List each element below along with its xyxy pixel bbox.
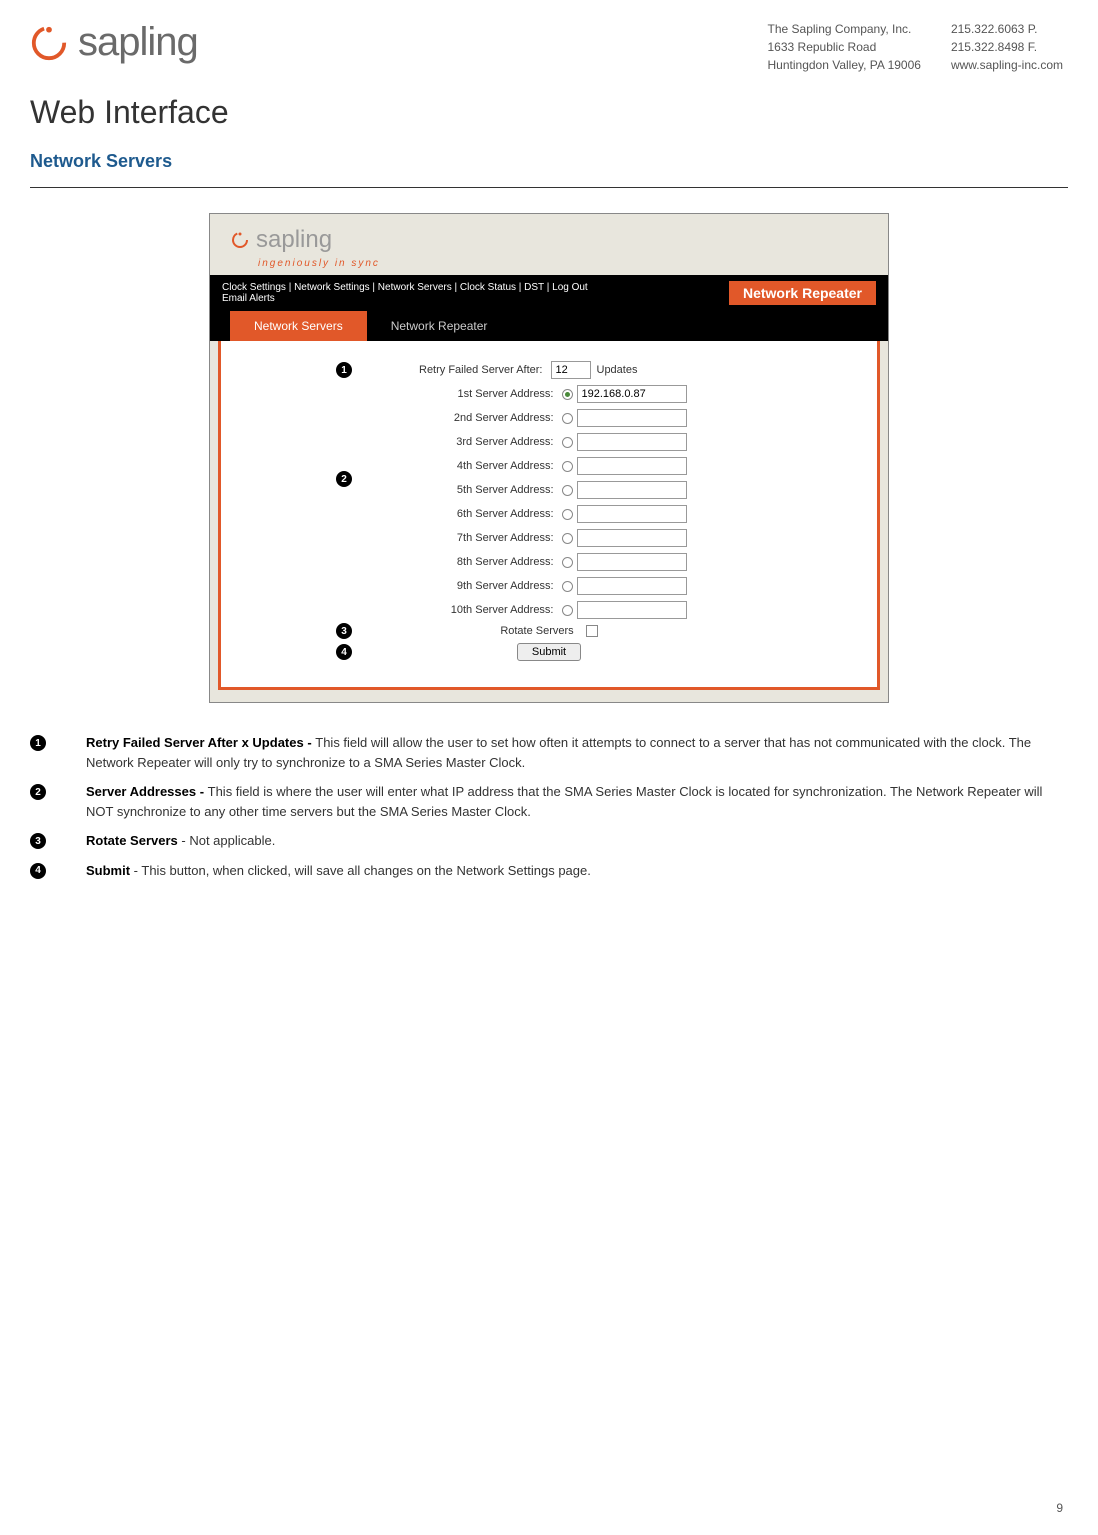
server-label-3: 3rd Server Address: <box>412 436 562 448</box>
server-label-9: 9th Server Address: <box>412 580 562 592</box>
callout-3: 3 <box>336 623 352 639</box>
page-number: 9 <box>1056 1501 1063 1515</box>
nav-page-title: Network Repeater <box>729 281 876 305</box>
server-input-5[interactable] <box>577 481 687 499</box>
server-radio-9[interactable] <box>562 581 573 592</box>
rotate-row: 3 Rotate Servers <box>261 625 837 637</box>
logo: sapling <box>30 20 198 65</box>
nav-sub[interactable]: Email Alerts <box>222 293 588 304</box>
desc-text-2: Server Addresses - This field is where t… <box>86 782 1068 821</box>
desc-row-3: 3 Rotate Servers - Not applicable. <box>30 831 1068 851</box>
server-radio-2[interactable] <box>562 413 573 424</box>
descriptions: 1 Retry Failed Server After x Updates - … <box>30 733 1068 880</box>
server-label-7: 7th Server Address: <box>412 532 562 544</box>
server-input-7[interactable] <box>577 529 687 547</box>
callout-1: 1 <box>336 362 352 378</box>
server-row-8: 8th Server Address: <box>261 553 837 571</box>
desc-text-1: Retry Failed Server After x Updates - Th… <box>86 733 1068 772</box>
desc-num-2: 2 <box>30 784 46 800</box>
desc-num-1: 1 <box>30 735 46 751</box>
tab-bar: Network Servers Network Repeater <box>210 311 888 341</box>
inner-sapling-icon <box>230 230 250 250</box>
tab-network-repeater[interactable]: Network Repeater <box>367 311 512 341</box>
server-row-3: 3rd Server Address: <box>261 433 837 451</box>
page-header: sapling The Sapling Company, Inc. 1633 R… <box>0 0 1098 84</box>
server-radio-6[interactable] <box>562 509 573 520</box>
page-title: Web Interface <box>30 94 1068 131</box>
rotate-checkbox[interactable] <box>586 625 598 637</box>
company-address2: Huntingdon Valley, PA 19006 <box>768 56 921 74</box>
server-input-6[interactable] <box>577 505 687 523</box>
server-input-10[interactable] <box>577 601 687 619</box>
server-radio-8[interactable] <box>562 557 573 568</box>
form-panel: 1 Retry Failed Server After: Updates 1st… <box>218 341 880 690</box>
rotate-label: Rotate Servers <box>500 625 581 637</box>
nav-links[interactable]: Clock Settings | Network Settings | Netw… <box>222 282 588 293</box>
server-radio-1[interactable] <box>562 389 573 400</box>
server-row-9: 9th Server Address: <box>261 577 837 595</box>
desc-text-4: Submit - This button, when clicked, will… <box>86 861 591 881</box>
server-row-7: 7th Server Address: <box>261 529 837 547</box>
desc-num-3: 3 <box>30 833 46 849</box>
retry-input[interactable] <box>551 361 591 379</box>
server-input-4[interactable] <box>577 457 687 475</box>
logo-text: sapling <box>78 20 198 65</box>
server-label-4: 4th Server Address: <box>412 460 562 472</box>
server-input-2[interactable] <box>577 409 687 427</box>
section-title: Network Servers <box>0 136 1098 182</box>
callout-2: 2 <box>336 471 352 487</box>
server-label-5: 5th Server Address: <box>412 484 562 496</box>
server-input-9[interactable] <box>577 577 687 595</box>
company-web: www.sapling-inc.com <box>951 56 1063 74</box>
retry-label: Retry Failed Server After: <box>401 364 551 376</box>
server-radio-3[interactable] <box>562 437 573 448</box>
server-label-2: 2nd Server Address: <box>412 412 562 424</box>
server-label-10: 10th Server Address: <box>412 604 562 616</box>
desc-row-4: 4 Submit - This button, when clicked, wi… <box>30 861 1068 881</box>
company-fax: 215.322.8498 F. <box>951 38 1063 56</box>
server-row-5: 2 5th Server Address: <box>261 481 837 499</box>
server-input-1[interactable] <box>577 385 687 403</box>
company-phone: 215.322.6063 P. <box>951 20 1063 38</box>
inner-logo-text: sapling <box>256 226 332 254</box>
server-radio-5[interactable] <box>562 485 573 496</box>
server-radio-7[interactable] <box>562 533 573 544</box>
divider <box>30 187 1068 188</box>
server-row-2: 2nd Server Address: <box>261 409 837 427</box>
server-input-3[interactable] <box>577 433 687 451</box>
desc-row-2: 2 Server Addresses - This field is where… <box>30 782 1068 821</box>
company-info: The Sapling Company, Inc. 1633 Republic … <box>768 20 1064 74</box>
updates-label: Updates <box>597 364 638 376</box>
desc-row-1: 1 Retry Failed Server After x Updates - … <box>30 733 1068 772</box>
section-heading: Network Servers <box>30 151 1068 172</box>
inner-logo: sapling <box>210 214 888 258</box>
submit-row: 4 Submit <box>261 643 837 661</box>
server-row-1: 1st Server Address: <box>261 385 837 403</box>
submit-button[interactable]: Submit <box>517 643 581 661</box>
company-name: The Sapling Company, Inc. <box>768 20 921 38</box>
server-radio-10[interactable] <box>562 605 573 616</box>
server-input-8[interactable] <box>577 553 687 571</box>
server-row-10: 10th Server Address: <box>261 601 837 619</box>
callout-4: 4 <box>336 644 352 660</box>
screenshot-panel: sapling ingeniously in sync Clock Settin… <box>209 213 889 703</box>
nav-bar: Clock Settings | Network Settings | Netw… <box>210 275 888 311</box>
server-label-1: 1st Server Address: <box>412 388 562 400</box>
main-title: Web Interface <box>0 84 1098 136</box>
tagline: ingeniously in sync <box>210 258 888 275</box>
server-label-8: 8th Server Address: <box>412 556 562 568</box>
sapling-logo-icon <box>30 24 68 62</box>
company-address1: 1633 Republic Road <box>768 38 921 56</box>
desc-num-4: 4 <box>30 863 46 879</box>
server-label-6: 6th Server Address: <box>412 508 562 520</box>
server-row-6: 6th Server Address: <box>261 505 837 523</box>
desc-text-3: Rotate Servers - Not applicable. <box>86 831 275 851</box>
server-radio-4[interactable] <box>562 461 573 472</box>
retry-row: 1 Retry Failed Server After: Updates <box>261 361 837 379</box>
tab-network-servers[interactable]: Network Servers <box>230 311 367 341</box>
